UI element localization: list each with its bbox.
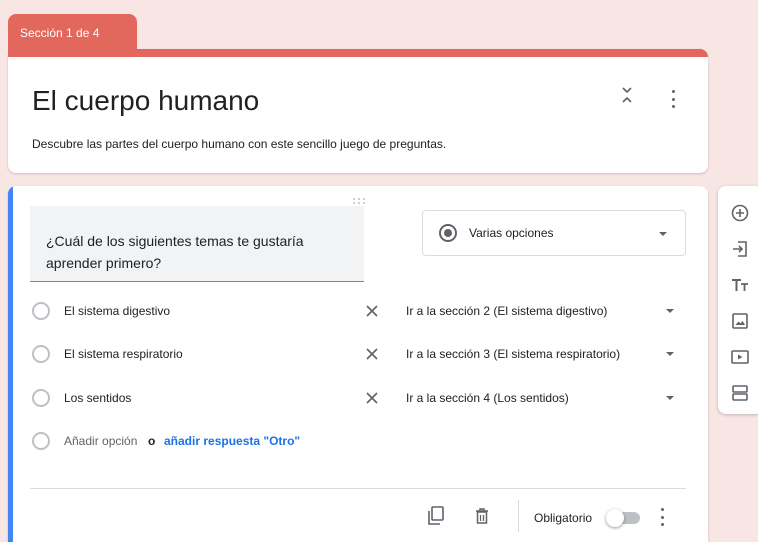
remove-option-icon[interactable]	[364, 390, 380, 406]
question-title-text: ¿Cuál de los siguientes temas te gustarí…	[46, 233, 304, 271]
option-label[interactable]: El sistema digestivo	[64, 304, 170, 318]
add-other-link[interactable]: añadir respuesta "Otro"	[164, 434, 300, 448]
go-to-section-dropdown[interactable]: Ir a la sección 4 (Los sentidos)	[406, 391, 569, 405]
add-video-icon[interactable]	[730, 347, 750, 367]
form-header-card[interactable]: El cuerpo humano Descubre las partes del…	[8, 49, 708, 173]
go-to-section-dropdown[interactable]: Ir a la sección 3 (El sistema respirator…	[406, 347, 620, 361]
drag-handle-icon[interactable]	[351, 192, 367, 204]
collapse-section-icon[interactable]	[620, 85, 634, 105]
answer-option-1[interactable]: El sistema digestivo Ir a la sección 2 (…	[30, 300, 690, 322]
radio-button-icon	[439, 224, 457, 242]
add-image-icon[interactable]	[730, 311, 750, 331]
add-question-icon[interactable]	[730, 203, 750, 223]
active-card-indicator	[8, 186, 13, 542]
remove-option-icon[interactable]	[364, 346, 380, 362]
option-label[interactable]: Los sentidos	[64, 391, 131, 405]
question-type-label: Varias opciones	[469, 226, 554, 240]
dropdown-arrow-icon	[666, 309, 674, 313]
answer-option-3[interactable]: Los sentidos Ir a la sección 4 (Los sent…	[30, 387, 690, 409]
radio-empty-icon	[32, 345, 50, 363]
section-more-options-icon[interactable]	[670, 90, 676, 108]
answer-option-2[interactable]: El sistema respiratorio Ir a la sección …	[30, 343, 690, 365]
footer-divider	[30, 488, 686, 489]
question-card[interactable]: ¿Cuál de los siguientes temas te gustarí…	[8, 186, 708, 542]
dropdown-arrow-icon	[666, 396, 674, 400]
add-title-icon[interactable]	[730, 275, 750, 295]
duplicate-icon[interactable]	[427, 506, 445, 526]
form-title[interactable]: El cuerpo humano	[32, 85, 259, 117]
required-label: Obligatorio	[534, 511, 593, 525]
floating-toolbar	[718, 186, 758, 414]
toggle-thumb	[606, 509, 624, 527]
delete-icon[interactable]	[474, 506, 490, 526]
add-option-row: Añadir opción o añadir respuesta "Otro"	[30, 430, 430, 452]
radio-empty-icon	[32, 389, 50, 407]
section-tab-label: Sección 1 de 4	[20, 26, 100, 40]
option-label[interactable]: El sistema respiratorio	[64, 347, 183, 361]
remove-option-icon[interactable]	[364, 303, 380, 319]
go-to-section-dropdown[interactable]: Ir a la sección 2 (El sistema digestivo)	[406, 304, 607, 318]
radio-empty-icon	[32, 432, 50, 450]
question-more-options-icon[interactable]	[659, 508, 665, 526]
form-description[interactable]: Descubre las partes del cuerpo humano co…	[32, 137, 446, 151]
radio-empty-icon	[32, 302, 50, 320]
add-option-input[interactable]: Añadir opción	[64, 434, 137, 448]
question-title-field[interactable]: ¿Cuál de los siguientes temas te gustarí…	[30, 206, 364, 282]
footer-vertical-divider	[518, 500, 519, 532]
dropdown-arrow-icon	[659, 232, 667, 236]
or-text: o	[148, 434, 156, 448]
import-questions-icon[interactable]	[730, 239, 750, 259]
required-toggle[interactable]	[606, 509, 642, 527]
dropdown-arrow-icon	[666, 352, 674, 356]
question-type-dropdown[interactable]: Varias opciones	[422, 210, 686, 256]
add-section-icon[interactable]	[730, 383, 750, 403]
